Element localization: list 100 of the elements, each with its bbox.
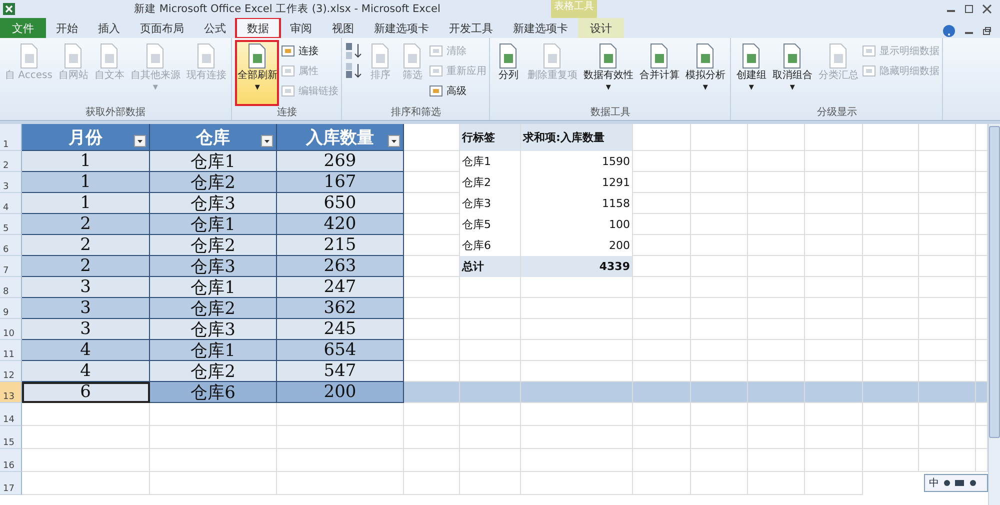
row-number[interactable]: 13	[0, 382, 22, 403]
empty-cell[interactable]	[863, 449, 919, 472]
row-number[interactable]: 1	[0, 124, 22, 151]
empty-cell[interactable]	[460, 277, 521, 298]
ime-toolbar[interactable]: 中	[924, 474, 988, 492]
empty-cell[interactable]	[805, 277, 863, 298]
empty-cell[interactable]	[919, 319, 976, 340]
filter-button[interactable]	[388, 135, 400, 147]
empty-cell[interactable]	[805, 172, 863, 193]
maximize-icon[interactable]	[964, 4, 974, 14]
empty-cell[interactable]	[919, 449, 976, 472]
empty-cell[interactable]	[748, 124, 805, 151]
empty-cell[interactable]	[633, 319, 691, 340]
ribbon-tab[interactable]: 页面布局	[130, 18, 194, 38]
ribbon-tab[interactable]: 审阅	[280, 18, 322, 38]
empty-cell[interactable]	[691, 172, 748, 193]
selected-cell[interactable]	[748, 382, 805, 403]
empty-cell[interactable]	[748, 426, 805, 449]
empty-cell[interactable]	[863, 214, 919, 235]
ribbon-small-button[interactable]: 高级	[429, 82, 486, 100]
empty-cell[interactable]	[633, 403, 691, 426]
empty-cell[interactable]	[521, 449, 633, 472]
empty-cell[interactable]	[863, 298, 919, 319]
empty-cell[interactable]	[633, 472, 691, 495]
empty-cell[interactable]	[277, 426, 404, 449]
empty-cell[interactable]	[805, 151, 863, 172]
empty-cell[interactable]	[521, 277, 633, 298]
empty-cell[interactable]	[805, 235, 863, 256]
vertical-scrollbar[interactable]	[988, 124, 1000, 505]
empty-cell[interactable]	[748, 319, 805, 340]
empty-cell[interactable]	[404, 403, 460, 426]
empty-cell[interactable]	[919, 172, 976, 193]
selected-cell[interactable]	[521, 382, 633, 403]
ribbon-tab[interactable]: 新建选项卡	[364, 18, 439, 38]
empty-cell[interactable]	[748, 214, 805, 235]
ribbon-tab[interactable]: 数据	[236, 18, 280, 38]
ribbon-tab[interactable]: 开始	[46, 18, 88, 38]
empty-cell[interactable]	[633, 340, 691, 361]
empty-cell[interactable]	[691, 193, 748, 214]
empty-cell[interactable]	[691, 151, 748, 172]
empty-cell[interactable]	[748, 277, 805, 298]
row-number[interactable]: 2	[0, 151, 22, 172]
ribbon-tab[interactable]: 文件	[0, 18, 46, 38]
empty-cell[interactable]	[805, 426, 863, 449]
empty-cell[interactable]	[150, 472, 277, 495]
empty-cell[interactable]	[919, 403, 976, 426]
empty-cell[interactable]	[691, 298, 748, 319]
ribbon-button[interactable]: 分列	[493, 40, 524, 106]
row-number[interactable]: 4	[0, 193, 22, 214]
empty-cell[interactable]	[919, 256, 976, 277]
empty-cell[interactable]	[805, 449, 863, 472]
selected-cell[interactable]	[633, 382, 691, 403]
empty-cell[interactable]	[691, 235, 748, 256]
empty-cell[interactable]	[460, 403, 521, 426]
empty-cell[interactable]	[521, 340, 633, 361]
empty-cell[interactable]	[863, 235, 919, 256]
row-number[interactable]: 17	[0, 472, 22, 495]
empty-cell[interactable]	[691, 449, 748, 472]
empty-cell[interactable]	[521, 319, 633, 340]
empty-cell[interactable]	[919, 214, 976, 235]
empty-cell[interactable]	[521, 426, 633, 449]
empty-cell[interactable]	[691, 426, 748, 449]
empty-cell[interactable]	[863, 277, 919, 298]
empty-cell[interactable]	[404, 472, 460, 495]
sort-descending-icon[interactable]	[345, 62, 364, 80]
help-icon[interactable]	[942, 24, 956, 38]
empty-cell[interactable]	[805, 193, 863, 214]
empty-cell[interactable]	[863, 124, 919, 151]
row-number[interactable]: 14	[0, 403, 22, 426]
selected-cell[interactable]	[805, 382, 863, 403]
empty-cell[interactable]	[460, 449, 521, 472]
row-number[interactable]: 7	[0, 256, 22, 277]
empty-cell[interactable]	[863, 319, 919, 340]
empty-cell[interactable]	[277, 472, 404, 495]
ribbon-tab[interactable]: 设计	[578, 18, 624, 38]
empty-cell[interactable]	[863, 403, 919, 426]
empty-cell[interactable]	[691, 256, 748, 277]
empty-cell[interactable]	[277, 403, 404, 426]
filter-button[interactable]	[134, 135, 146, 147]
empty-cell[interactable]	[919, 235, 976, 256]
empty-cell[interactable]	[691, 403, 748, 426]
ribbon-tab[interactable]: 公式	[194, 18, 236, 38]
row-number[interactable]: 3	[0, 172, 22, 193]
empty-cell[interactable]	[521, 298, 633, 319]
empty-cell[interactable]	[150, 449, 277, 472]
selected-cell[interactable]	[691, 382, 748, 403]
row-number[interactable]: 16	[0, 449, 22, 472]
ribbon-button[interactable]: 合并计算	[637, 40, 682, 106]
empty-cell[interactable]	[805, 319, 863, 340]
empty-cell[interactable]	[919, 193, 976, 214]
empty-cell[interactable]	[633, 298, 691, 319]
empty-cell[interactable]	[863, 340, 919, 361]
row-number[interactable]: 8	[0, 277, 22, 298]
row-number[interactable]: 12	[0, 361, 22, 382]
ribbon-tab[interactable]: 新建选项卡	[503, 18, 578, 38]
restore-icon[interactable]	[982, 26, 992, 36]
empty-cell[interactable]	[863, 172, 919, 193]
empty-cell[interactable]	[521, 472, 633, 495]
ribbon-tab[interactable]: 视图	[322, 18, 364, 38]
empty-cell[interactable]	[748, 403, 805, 426]
